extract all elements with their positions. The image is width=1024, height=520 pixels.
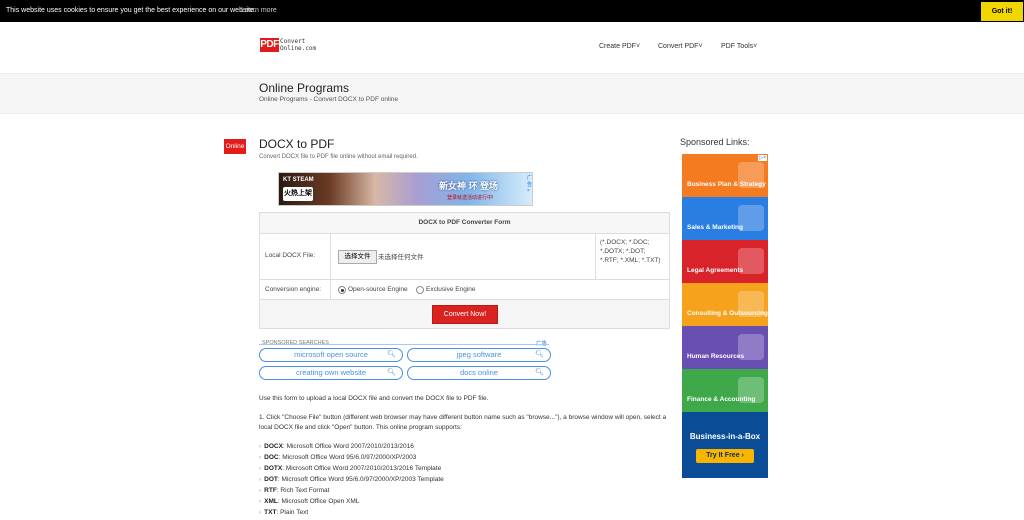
- search-pill-label: jpeg software: [456, 350, 502, 359]
- search-pill[interactable]: creating own website 🔍︎: [259, 366, 403, 380]
- got-it-button[interactable]: Got it!: [981, 2, 1023, 21]
- list-item: › DOT: Microsoft Office Word 95/6.0/97/20…: [259, 476, 444, 483]
- no-file-text: 未选择任何文件: [378, 254, 424, 261]
- accepted-types: (*.DOCX; *.DOC; *.DOTX; *.DOT; *.RTF; *.…: [600, 239, 661, 264]
- ad-tile-label: Finance & Accounting: [687, 396, 756, 403]
- format-desc: : Microsoft Office Word 2007/2010/2013/2…: [282, 443, 414, 450]
- ad-mark: 广告: [536, 339, 547, 347]
- page-heading: Online Programs: [259, 81, 350, 95]
- chevron-right-icon: ›: [259, 487, 262, 494]
- page-banner: Online Programs Online Programs - Conver…: [0, 73, 1024, 114]
- ad-brand: KT STEAM: [283, 177, 314, 183]
- local-file-label: Local DOCX File:: [265, 252, 316, 259]
- ad-tile-legal[interactable]: Legal Agreements: [682, 240, 768, 283]
- list-item: › RTF: Rich Text Format: [259, 487, 329, 494]
- bab-title: Business-in-a-Box: [689, 432, 761, 441]
- search-icon: 🔍︎: [535, 369, 544, 376]
- ad-tile-hr[interactable]: Human Resources: [682, 326, 768, 369]
- list-item: › DOTX: Microsoft Office Word 2007/2010/2…: [259, 465, 441, 472]
- page-subtitle: Convert DOCX file to PDF file online wit…: [259, 154, 418, 160]
- format-ext: RTF: [264, 487, 277, 494]
- ad-choices-icon[interactable]: 广告×: [527, 174, 532, 194]
- format-desc: : Plain Text: [276, 509, 309, 516]
- search-icon: 🔍︎: [535, 351, 544, 358]
- open-source-radio[interactable]: [338, 286, 346, 294]
- convert-now-button[interactable]: Convert Now!: [432, 305, 498, 324]
- ad-tile-business-plan[interactable]: Business Plan & Strategy: [682, 154, 768, 197]
- ad-tile-sales[interactable]: Sales & Marketing: [682, 197, 768, 240]
- format-ext: DOC: [264, 454, 279, 461]
- exclusive-radio[interactable]: [416, 286, 424, 294]
- list-item: › DOCX: Microsoft Office Word 2007/2010/2…: [259, 443, 414, 450]
- online-badge: Online: [224, 139, 246, 154]
- format-ext: DOT: [264, 476, 278, 483]
- list-item: › TXT: Plain Text: [259, 509, 308, 516]
- format-desc: : Microsoft Office Open XML: [277, 498, 360, 505]
- ad-tile-label: Business Plan & Strategy: [687, 181, 766, 188]
- logo-line2: Online.com: [280, 45, 317, 52]
- format-ext: XML: [264, 498, 278, 505]
- ad-tile-finance[interactable]: Finance & Accounting: [682, 369, 768, 412]
- cookie-message: This website uses cookies to ensure you …: [6, 7, 256, 14]
- instruction-step1: 1. Click "Choose File" button (different…: [259, 414, 667, 431]
- search-pill[interactable]: jpeg software 🔍︎: [407, 348, 551, 362]
- banner-ad[interactable]: KT STEAM 火热上架 新女神 环 登场 登录就送活动进行中! 广告×: [278, 172, 533, 206]
- format-desc: : Microsoft Office Word 95/6.0/97/2000/X…: [278, 454, 417, 461]
- search-pill-label: docs online: [460, 368, 498, 377]
- form-header: DOCX to PDF Converter Form: [260, 213, 669, 234]
- ad-tile-label: Legal Agreements: [687, 267, 744, 274]
- ad-subline: 登录就送活动进行中!: [447, 195, 494, 201]
- format-desc: : Microsoft Office Word 2007/2010/2013/2…: [282, 465, 442, 472]
- format-ext: TXT: [264, 509, 277, 516]
- cookie-bar: This website uses cookies to ensure you …: [0, 0, 1024, 22]
- logo-mark[interactable]: PDF: [260, 38, 279, 52]
- ad-choices-icon[interactable]: ▷×: [758, 155, 767, 161]
- search-pill[interactable]: microsoft open source 🔍︎: [259, 348, 403, 362]
- choose-file-button[interactable]: 选择文件: [338, 250, 377, 264]
- open-source-label[interactable]: Open-source Engine: [348, 286, 408, 293]
- format-desc: : Microsoft Office Word 95/6.0/97/2000/X…: [277, 476, 444, 483]
- ad-tile-label: Consulting & Outsourcing: [687, 310, 768, 317]
- ad-headline: 新女神 环 登场: [439, 181, 499, 191]
- try-it-free-button[interactable]: Try It Free ›: [696, 449, 754, 463]
- nav-pdf-tools[interactable]: PDF Tools˅: [721, 43, 757, 50]
- engine-label: Conversion engine:: [265, 286, 322, 293]
- nav-create-pdf[interactable]: Create PDF˅: [599, 43, 640, 50]
- format-desc: : Rich Text Format: [276, 487, 330, 494]
- learn-more-link[interactable]: Learn more: [241, 7, 277, 14]
- logo-line1: Convert: [280, 38, 306, 45]
- nav-convert-pdf[interactable]: Convert PDF˅: [658, 43, 703, 50]
- search-pill-label: microsoft open source: [294, 350, 368, 359]
- chevron-right-icon: ›: [259, 498, 262, 505]
- ad-tile-label: Sales & Marketing: [687, 224, 743, 231]
- search-icon: 🔍︎: [387, 351, 396, 358]
- list-item: › DOC: Microsoft Office Word 95/6.0/97/20…: [259, 454, 416, 461]
- chevron-right-icon: ›: [259, 443, 262, 450]
- search-icon: 🔍︎: [387, 369, 396, 376]
- page-title: DOCX to PDF: [259, 137, 335, 151]
- format-ext: DOTX: [264, 465, 283, 472]
- format-ext: DOCX: [264, 443, 283, 450]
- logo-text[interactable]: Convert Online.com: [280, 38, 316, 52]
- search-pill[interactable]: docs online 🔍︎: [407, 366, 551, 380]
- breadcrumb: Online Programs - Convert DOCX to PDF on…: [259, 96, 399, 103]
- list-item: › XML: Microsoft Office Open XML: [259, 498, 359, 505]
- sponsored-links-title: Sponsored Links:: [680, 137, 750, 147]
- business-in-a-box-ad[interactable]: Business-in-a-Box Try It Free ›: [682, 412, 768, 478]
- ad-tile-consulting[interactable]: Consulting & Outsourcing: [682, 283, 768, 326]
- exclusive-label[interactable]: Exclusive Engine: [426, 286, 476, 293]
- chevron-right-icon: ›: [259, 465, 262, 472]
- ad-tile-label: Human Resources: [687, 353, 745, 360]
- instruction-intro: Use this form to upload a local DOCX fil…: [259, 395, 489, 402]
- search-pill-label: creating own website: [295, 368, 367, 377]
- converter-form: DOCX to PDF Converter Form Local DOCX Fi…: [259, 212, 670, 329]
- chevron-right-icon: ›: [259, 454, 262, 461]
- chevron-right-icon: ›: [259, 509, 262, 516]
- sponsored-searches-label: SPONSORED SEARCHES: [262, 340, 329, 346]
- ad-badge: 火热上架: [283, 187, 313, 201]
- sidebar-ad[interactable]: Business Plan & Strategy Sales & Marketi…: [682, 154, 768, 478]
- form-header-text: DOCX to PDF Converter Form: [418, 219, 511, 226]
- chevron-right-icon: ›: [259, 476, 262, 483]
